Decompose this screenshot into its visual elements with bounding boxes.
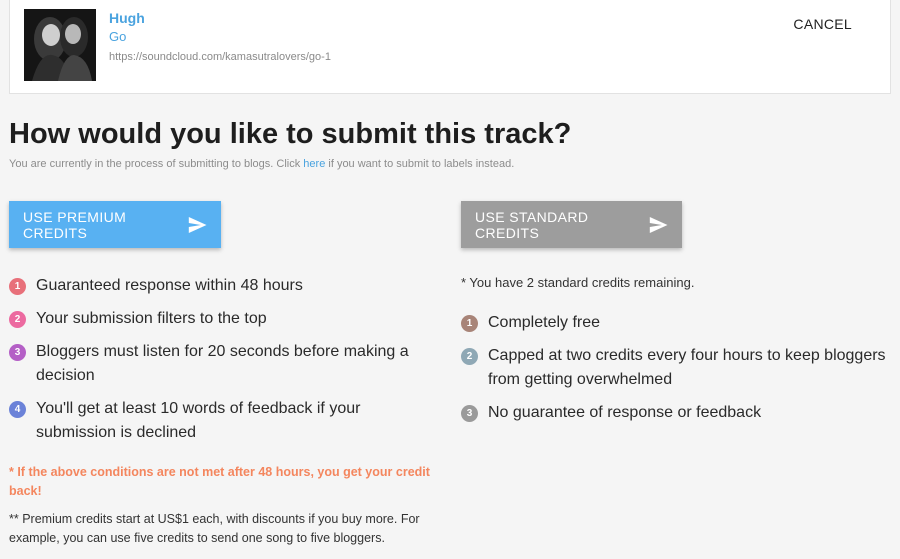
number-badge: 3 [461, 405, 478, 422]
use-premium-credits-button[interactable]: USE PREMIUM CREDITS [9, 201, 221, 248]
list-item: 1 Completely free [461, 311, 897, 335]
number-badge: 1 [9, 278, 26, 295]
list-item: 2 Your submission filters to the top [9, 307, 439, 331]
cancel-button[interactable]: CANCEL [793, 16, 852, 32]
premium-benefits-list: 1 Guaranteed response within 48 hours 2 … [9, 274, 439, 454]
page-subtitle: You are currently in the process of subm… [9, 158, 514, 170]
number-badge: 2 [461, 348, 478, 365]
track-artist[interactable]: Hugh [109, 10, 145, 26]
track-artwork [24, 9, 96, 81]
track-url: https://soundcloud.com/kamasutralovers/g… [109, 51, 331, 63]
list-item-text: You'll get at least 10 words of feedback… [36, 400, 361, 441]
number-badge: 3 [9, 344, 26, 361]
list-item-text: No guarantee of response or feedback [488, 404, 762, 421]
list-item-text: Completely free [488, 314, 601, 331]
list-item-text: Capped at two credits every four hours t… [488, 347, 886, 388]
list-item-text: Guaranteed response within 48 hours [36, 277, 303, 294]
number-badge: 2 [9, 311, 26, 328]
standard-credits-remaining: * You have 2 standard credits remaining. [461, 275, 695, 290]
list-item: 3 No guarantee of response or feedback [461, 401, 897, 425]
list-item-text: Your submission filters to the top [36, 310, 267, 327]
standard-benefits-list: 1 Completely free 2 Capped at two credit… [461, 311, 897, 434]
track-card: Hugh Go https://soundcloud.com/kamasutra… [9, 0, 891, 94]
premium-guarantee-note: * If the above conditions are not met af… [9, 465, 430, 498]
track-title[interactable]: Go [109, 29, 126, 44]
standard-button-label: USE STANDARD CREDITS [475, 208, 589, 241]
list-item-text: Bloggers must listen for 20 seconds befo… [36, 343, 409, 384]
send-icon [649, 216, 668, 233]
subtitle-text-end: if you want to submit to labels instead. [325, 158, 515, 170]
number-badge: 4 [9, 401, 26, 418]
premium-price-note: ** Premium credits start at US$1 each, w… [9, 512, 420, 545]
list-item: 4 You'll get at least 10 words of feedba… [9, 397, 439, 445]
use-standard-credits-button[interactable]: USE STANDARD CREDITS [461, 201, 682, 248]
list-item: 1 Guaranteed response within 48 hours [9, 274, 439, 298]
number-badge: 1 [461, 315, 478, 332]
list-item: 2 Capped at two credits every four hours… [461, 344, 897, 392]
premium-button-label: USE PREMIUM CREDITS [23, 208, 127, 241]
subtitle-text: You are currently in the process of subm… [9, 158, 304, 170]
page-title: How would you like to submit this track? [9, 118, 572, 150]
send-icon [188, 216, 207, 233]
list-item: 3 Bloggers must listen for 20 seconds be… [9, 340, 439, 388]
submit-to-labels-link[interactable]: here [303, 158, 325, 170]
